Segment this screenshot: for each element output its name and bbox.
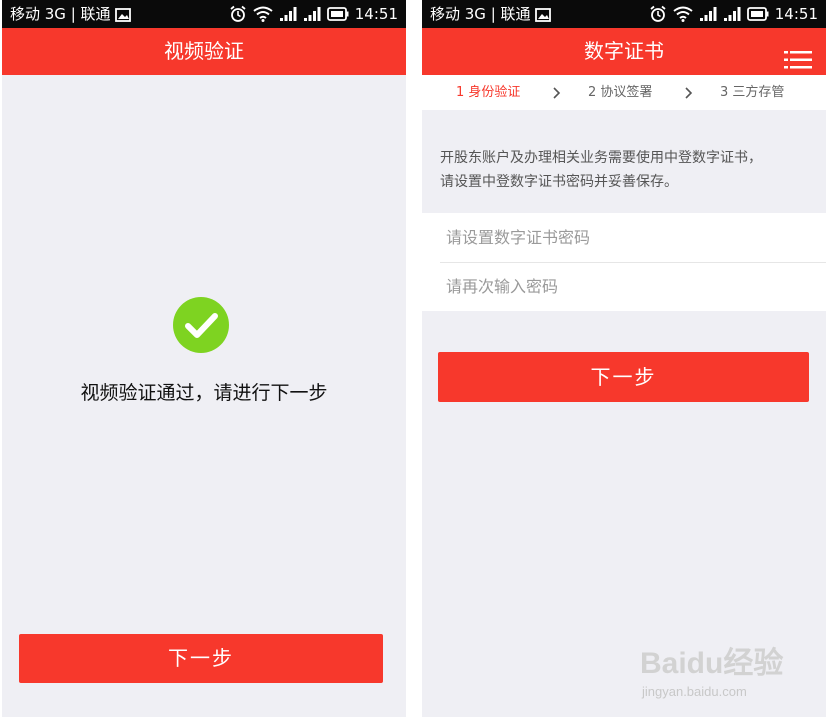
- next-step-button[interactable]: 下一步: [19, 634, 383, 683]
- menu-icon[interactable]: [784, 41, 812, 69]
- baidu-jingyan-watermark: Baidu经验 jingyan.baidu.com: [640, 628, 800, 708]
- chevron-right-icon: [685, 87, 693, 99]
- signal-icon: [303, 7, 321, 21]
- certificate-notice: 开股东账户及办理相关业务需要使用中登数字证书， 请设置中登数字证书密码并妥善保存…: [440, 146, 812, 194]
- wifi-icon: [253, 6, 273, 22]
- step-identity-verification: 1 身份验证: [456, 85, 521, 100]
- title-bar: 数字证书: [422, 28, 826, 75]
- image-icon: [535, 7, 552, 22]
- watermark-url: jingyan.baidu.com: [642, 684, 747, 699]
- wifi-icon: [673, 6, 693, 22]
- battery-icon: [326, 7, 349, 21]
- alarm-icon: [230, 5, 246, 22]
- certificate-password-input[interactable]: [422, 213, 826, 262]
- video-verification-screen: 移动 3G | 联通 14:51 视频验证 视频验证通过，请进行下一步 下一步: [2, 0, 406, 717]
- step-third-party-custody: 3 三方存管: [720, 85, 785, 100]
- digital-certificate-screen: 移动 3G | 联通 14:51 数字证书 1 身份验证 2 协议签署 3 三方…: [422, 0, 826, 717]
- notice-line: 请设置中登数字证书密码并妥善保存。: [440, 174, 678, 190]
- step-indicator: 1 身份验证 2 协议签署 3 三方存管: [422, 75, 826, 110]
- check-circle-icon: [173, 297, 229, 353]
- signal-icon: [699, 7, 717, 21]
- signal-icon: [279, 7, 297, 21]
- title-bar: 视频验证: [2, 28, 406, 75]
- carrier-text: 移动 3G | 联通: [430, 5, 531, 23]
- chevron-right-icon: [553, 87, 561, 99]
- page-title: 视频验证: [164, 39, 244, 63]
- step-agreement-signing: 2 协议签署: [588, 85, 653, 100]
- status-bar: 移动 3G | 联通 14:51: [2, 0, 406, 28]
- status-time: 14:51: [354, 5, 398, 23]
- carrier-text: 移动 3G | 联通: [10, 5, 111, 23]
- watermark-brand: Baidu经验: [640, 647, 784, 680]
- notice-line: 开股东账户及办理相关业务需要使用中登数字证书，: [440, 150, 762, 166]
- battery-icon: [746, 7, 769, 21]
- next-step-button[interactable]: 下一步: [438, 352, 809, 402]
- password-form: [422, 213, 826, 311]
- status-time: 14:51: [774, 5, 818, 23]
- status-bar: 移动 3G | 联通 14:51: [422, 0, 826, 28]
- page-title: 数字证书: [584, 39, 664, 63]
- verification-message: 视频验证通过，请进行下一步: [80, 382, 328, 404]
- signal-icon: [723, 7, 741, 21]
- confirm-password-input[interactable]: [422, 262, 826, 311]
- image-icon: [115, 7, 132, 22]
- alarm-icon: [650, 5, 666, 22]
